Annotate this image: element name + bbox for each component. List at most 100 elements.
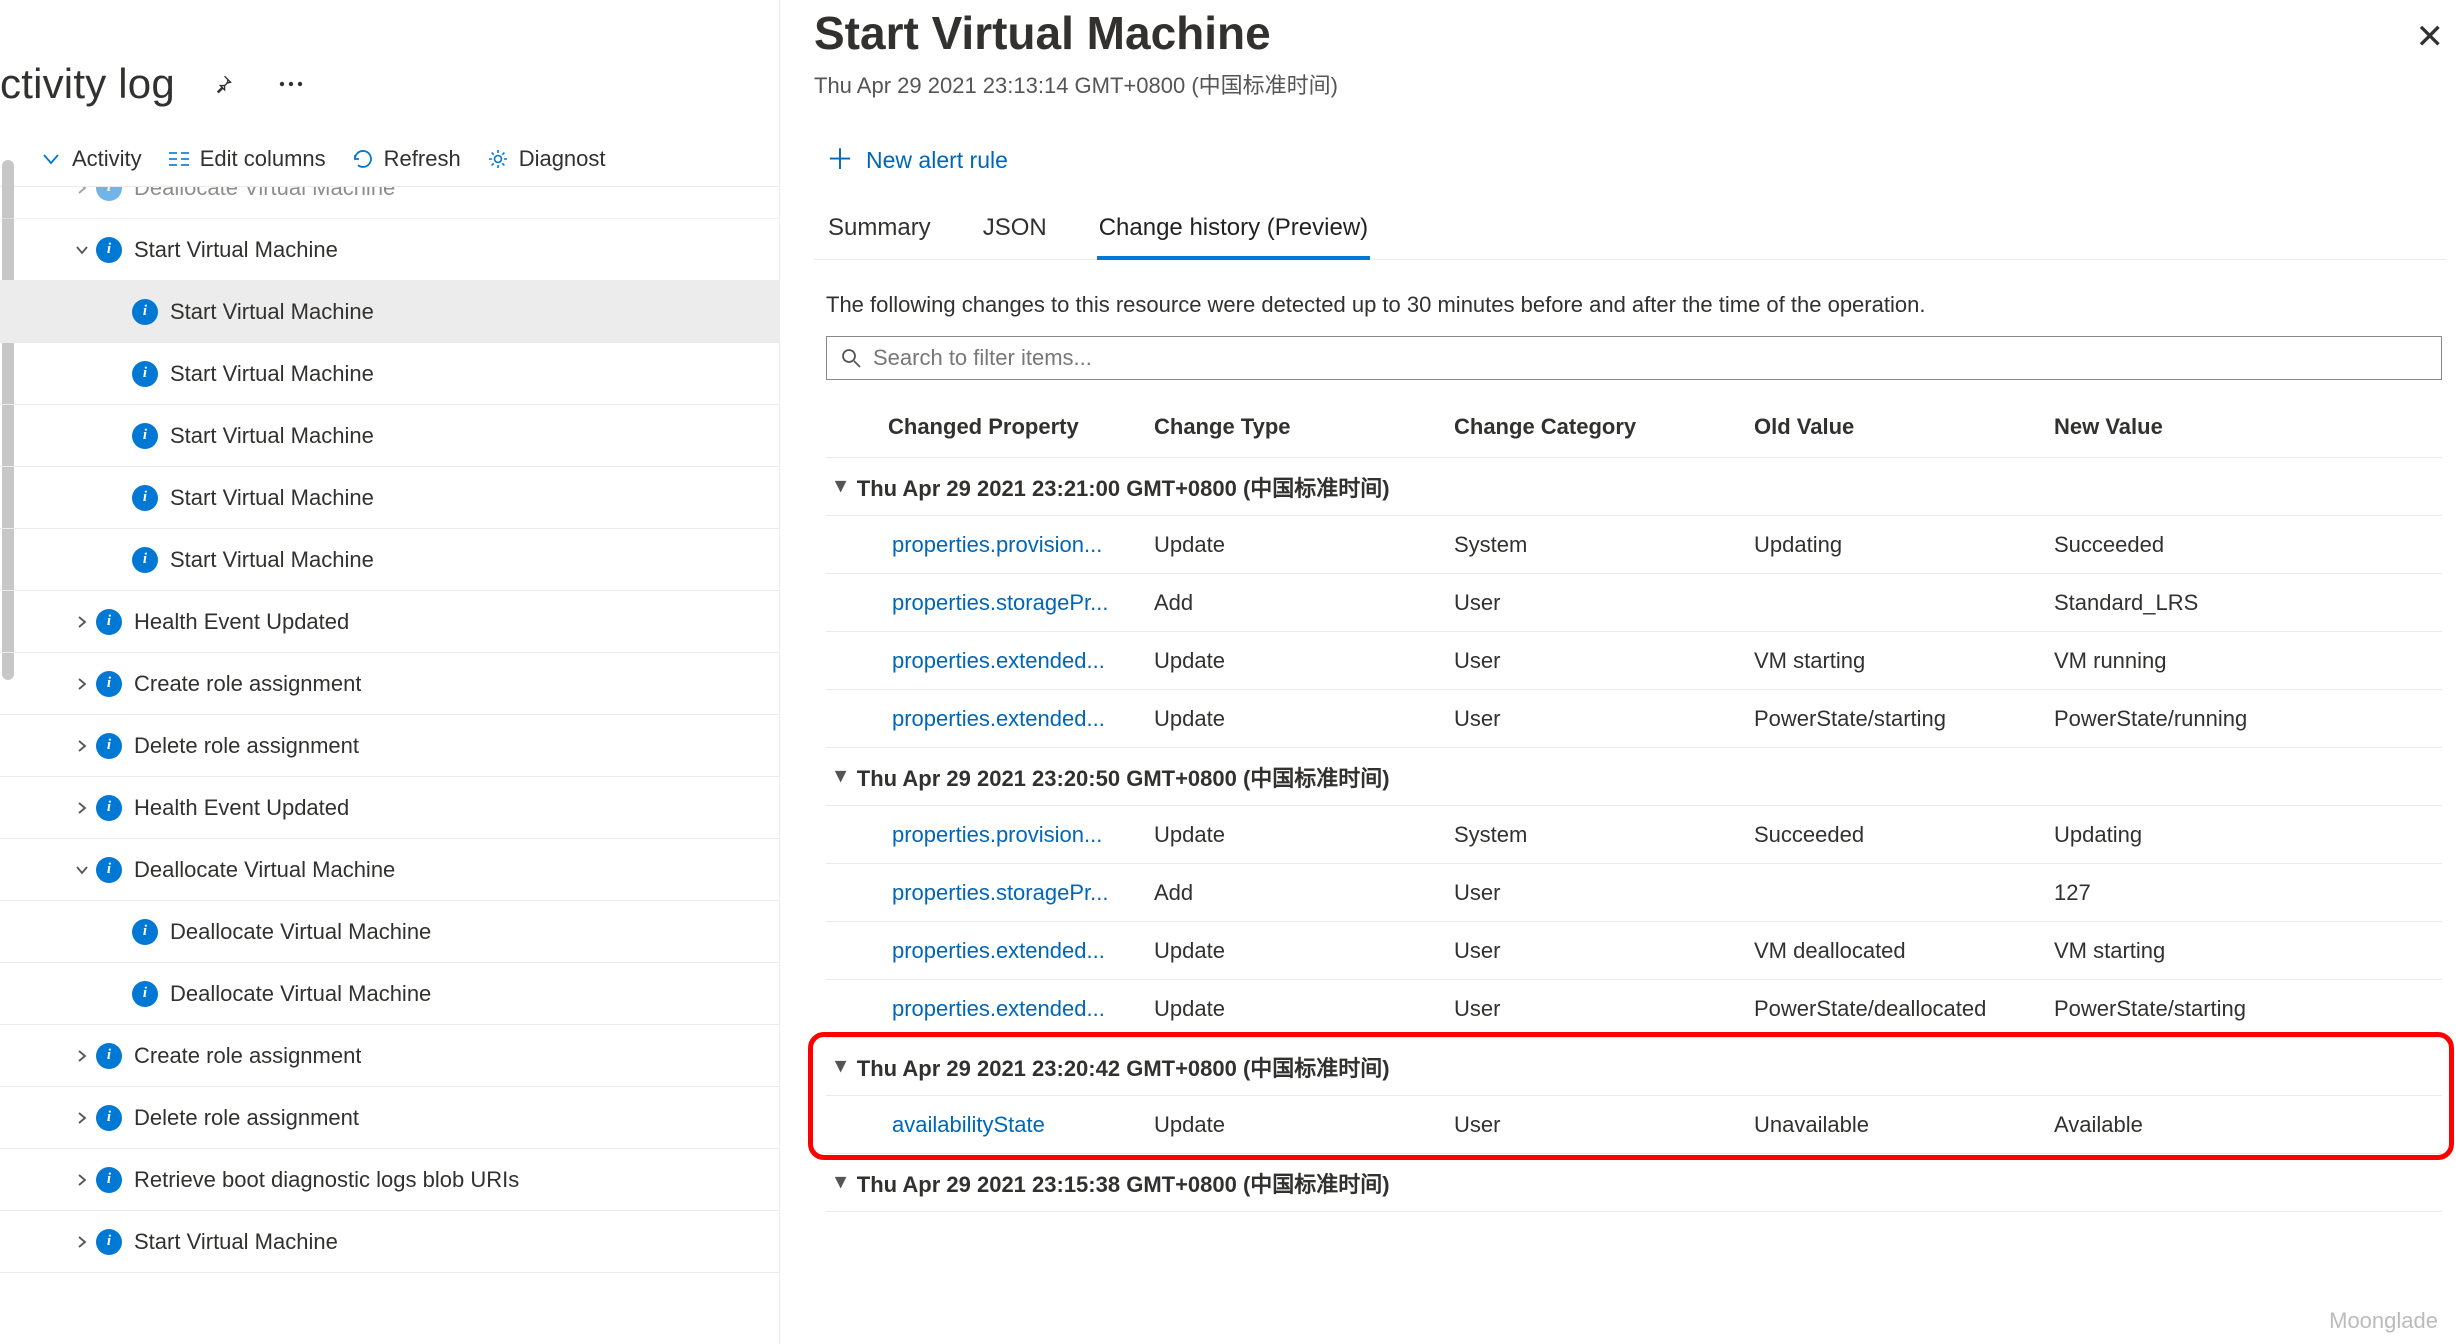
- tree-row[interactable]: i Health Event Updated: [0, 777, 779, 839]
- old-value-cell: Succeeded: [1748, 822, 2048, 848]
- detail-panel: ✕ Start Virtual Machine Thu Apr 29 2021 …: [780, 0, 2456, 1344]
- changed-property-link[interactable]: properties.storagePr...: [882, 880, 1148, 906]
- more-icon[interactable]: [271, 64, 311, 104]
- chevron-right-icon[interactable]: [68, 187, 96, 195]
- info-icon: i: [96, 733, 122, 759]
- new-value-cell: Standard_LRS: [2048, 590, 2442, 616]
- change-type-cell: Update: [1148, 938, 1448, 964]
- tree-row-label: Delete role assignment: [134, 1105, 359, 1131]
- change-type-cell: Add: [1148, 590, 1448, 616]
- tree-row[interactable]: iStart Virtual Machine: [0, 1211, 779, 1273]
- tree-row[interactable]: iCreate role assignment: [0, 653, 779, 715]
- search-input[interactable]: [873, 345, 2427, 371]
- tree-row-label: Create role assignment: [134, 1043, 361, 1069]
- group-timestamp: Thu Apr 29 2021 23:15:38 GMT+0800 (中国标准时…: [857, 1167, 1390, 1199]
- changed-property-link[interactable]: properties.extended...: [882, 996, 1148, 1022]
- info-icon: i: [96, 609, 122, 635]
- change-category-cell: User: [1448, 706, 1748, 732]
- group-timestamp: Thu Apr 29 2021 23:21:00 GMT+0800 (中国标准时…: [857, 471, 1390, 503]
- info-icon: i: [96, 671, 122, 697]
- tab-change-history[interactable]: Change history (Preview): [1097, 214, 1370, 260]
- change-type-cell: Update: [1148, 1112, 1448, 1138]
- tree-row-label: Deallocate Virtual Machine: [134, 187, 395, 201]
- tree-row[interactable]: iDeallocate Virtual Machine: [0, 187, 779, 219]
- info-icon: i: [132, 547, 158, 573]
- tree-row[interactable]: iCreate role assignment: [0, 1025, 779, 1087]
- tree-row[interactable]: iRetrieve boot diagnostic logs blob URIs: [0, 1149, 779, 1211]
- changed-property-link[interactable]: properties.extended...: [882, 706, 1148, 732]
- close-icon[interactable]: ✕: [2416, 20, 2445, 54]
- tab-summary[interactable]: Summary: [826, 214, 933, 260]
- chevron-right-icon[interactable]: [68, 1111, 96, 1125]
- table-group-header[interactable]: ▶Thu Apr 29 2021 23:15:38 GMT+0800 (中国标准…: [826, 1154, 2442, 1212]
- old-value-cell: VM starting: [1748, 648, 2048, 674]
- chevron-down-icon[interactable]: [68, 243, 96, 257]
- pin-icon[interactable]: [203, 64, 243, 104]
- watermark: Moonglade: [2329, 1308, 2438, 1334]
- columns-icon: [168, 148, 190, 170]
- tree-row[interactable]: iHealth Event Updated: [0, 591, 779, 653]
- diagnostics-button[interactable]: Diagnost: [487, 146, 606, 172]
- chevron-right-icon[interactable]: [68, 739, 96, 753]
- changed-property-link[interactable]: properties.storagePr...: [882, 590, 1148, 616]
- info-icon: i: [96, 795, 122, 821]
- old-value-cell: Updating: [1748, 532, 2048, 558]
- change-history-table: Changed Property Change Type Change Cate…: [826, 396, 2442, 1212]
- chevron-right-icon[interactable]: [68, 1049, 96, 1063]
- tree-row[interactable]: iStart Virtual Machine: [0, 405, 779, 467]
- left-header: ctivity log: [0, 30, 779, 138]
- table-group-header[interactable]: ▶Thu Apr 29 2021 23:21:00 GMT+0800 (中国标准…: [826, 458, 2442, 516]
- info-icon: i: [132, 299, 158, 325]
- activity-button[interactable]: Activity: [40, 146, 142, 172]
- tree-row[interactable]: iStart Virtual Machine: [0, 219, 779, 281]
- tree-row-label: Health Event Updated: [134, 795, 349, 821]
- table-row: properties.provision...UpdateSystemUpdat…: [826, 516, 2442, 574]
- table-row: properties.storagePr...AddUser Standard_L…: [826, 574, 2442, 632]
- page-title: ctivity log: [0, 60, 175, 108]
- changed-property-link[interactable]: properties.extended...: [882, 648, 1148, 674]
- chevron-right-icon[interactable]: [68, 1235, 96, 1249]
- tree-row[interactable]: iDeallocate Virtual Machine: [0, 839, 779, 901]
- search-input-container[interactable]: [826, 336, 2442, 380]
- tree-row[interactable]: iDelete role assignment: [0, 715, 779, 777]
- table-header: Changed Property Change Type Change Cate…: [826, 396, 2442, 458]
- edit-columns-button[interactable]: Edit columns: [168, 146, 326, 172]
- refresh-button[interactable]: Refresh: [352, 146, 461, 172]
- table-group-header[interactable]: ▶Thu Apr 29 2021 23:20:42 GMT+0800 (中国标准…: [826, 1038, 2442, 1096]
- tree-row[interactable]: iDeallocate Virtual Machine: [0, 901, 779, 963]
- tree-row[interactable]: iStart Virtual Machine: [0, 467, 779, 529]
- changed-property-link[interactable]: properties.extended...: [882, 938, 1148, 964]
- col-new-value[interactable]: New Value: [2048, 414, 2442, 440]
- change-category-cell: User: [1448, 590, 1748, 616]
- tree-row[interactable]: i Delete role assignment: [0, 1087, 779, 1149]
- tree-row[interactable]: iDeallocate Virtual Machine: [0, 963, 779, 1025]
- chevron-down-icon[interactable]: [68, 863, 96, 877]
- chevron-right-icon[interactable]: [68, 801, 96, 815]
- tab-json[interactable]: JSON: [981, 214, 1049, 260]
- tree-row[interactable]: iStart Virtual Machine: [0, 343, 779, 405]
- tree-row-label: Deallocate Virtual Machine: [170, 919, 431, 945]
- col-old-value[interactable]: Old Value: [1748, 414, 2048, 440]
- new-value-cell: Updating: [2048, 822, 2442, 848]
- chevron-right-icon[interactable]: [68, 615, 96, 629]
- col-change-type[interactable]: Change Type: [1148, 414, 1448, 440]
- changed-property-link[interactable]: properties.provision...: [882, 822, 1148, 848]
- table-group-header[interactable]: ▶Thu Apr 29 2021 23:20:50 GMT+0800 (中国标准…: [826, 748, 2442, 806]
- changed-property-link[interactable]: properties.provision...: [882, 532, 1148, 558]
- tree-row-label: Retrieve boot diagnostic logs blob URIs: [134, 1167, 519, 1193]
- chevron-right-icon[interactable]: [68, 1173, 96, 1187]
- tree-row[interactable]: i Start Virtual Machine: [0, 281, 779, 343]
- chevron-down-icon: ▶: [833, 1061, 850, 1072]
- tree-row[interactable]: iStart Virtual Machine: [0, 529, 779, 591]
- new-alert-rule-button[interactable]: ＋ New alert rule: [814, 146, 2446, 174]
- col-change-category[interactable]: Change Category: [1448, 414, 1748, 440]
- chevron-down-icon: ▶: [833, 771, 850, 782]
- edit-columns-label: Edit columns: [200, 146, 326, 172]
- changed-property-link[interactable]: availabilityState: [882, 1112, 1148, 1138]
- description: The following changes to this resource w…: [826, 292, 2446, 318]
- info-icon: i: [96, 1229, 122, 1255]
- tree-row-label: Start Virtual Machine: [170, 299, 374, 325]
- col-changed-property[interactable]: Changed Property: [882, 414, 1148, 440]
- info-icon: i: [96, 1105, 122, 1131]
- chevron-right-icon[interactable]: [68, 677, 96, 691]
